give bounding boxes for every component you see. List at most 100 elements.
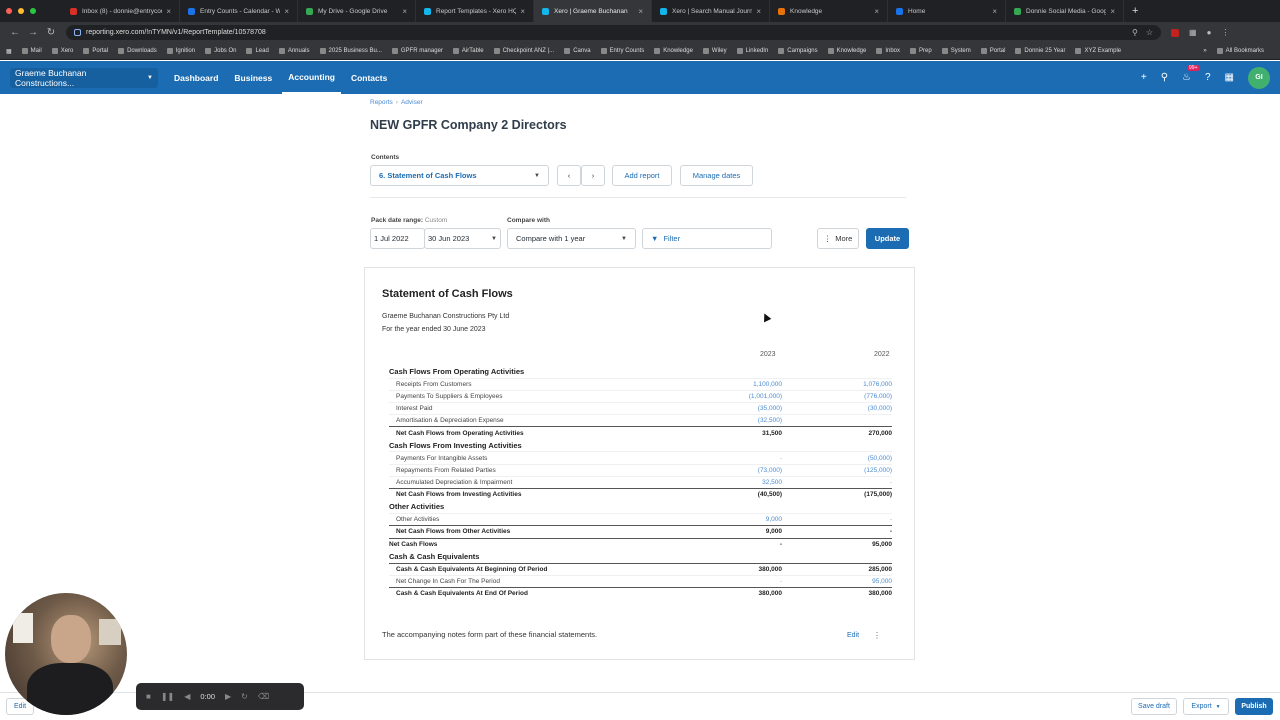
org-switcher[interactable]: Graeme Buchanan Constructions... ▼ [10,67,158,88]
extension-icon[interactable] [1171,28,1179,37]
new-tab-button[interactable]: + [1124,5,1138,17]
value-prior[interactable]: 95,000 [782,574,892,588]
extensions-puzzle-icon[interactable]: ▦ [1189,28,1197,37]
bookmark-item[interactable]: Knowledge [654,48,693,54]
bookmark-item[interactable]: Campaigns [778,48,818,54]
stop-recording-icon[interactable]: ■ [146,692,151,701]
browser-tab[interactable]: Entry Counts - Calendar - We × [180,0,298,22]
filter-button[interactable]: ▼ Filter [642,228,772,249]
close-tab-icon[interactable]: × [166,7,171,16]
browser-tab[interactable]: Knowledge × [770,0,888,22]
bookmark-item[interactable]: Xero [51,48,73,54]
bookmark-item[interactable]: Annuals [278,48,310,54]
zoom-icon[interactable]: ⚲ [1132,28,1138,37]
prev-report-button[interactable]: ‹ [557,165,581,186]
search-icon[interactable]: ⚲ [1161,72,1168,83]
nav-link-contacts[interactable]: Contacts [345,61,393,94]
close-tab-icon[interactable]: × [1110,7,1115,16]
bookmark-star-icon[interactable]: ☆ [1146,28,1153,37]
bookmark-item[interactable]: Entry Counts [600,48,644,54]
value-current[interactable]: - [672,451,782,465]
more-button[interactable]: ⋮ More [817,228,859,249]
browser-tab[interactable]: Donnie Social Media - Googl × [1006,0,1124,22]
browser-tab[interactable]: Inbox (8) - donnie@entrycou × [62,0,180,22]
bookmark-item[interactable]: XYZ Example [1075,48,1121,54]
restart-icon[interactable]: ↻ [241,692,248,701]
value-prior[interactable]: (30,000) [782,401,892,415]
forward-icon[interactable]: → [24,27,42,38]
value-current[interactable]: 1,100,000 [672,377,782,391]
add-report-button[interactable]: Add report [612,165,672,186]
bookmark-item[interactable]: Canva [564,48,591,54]
bookmarks-overflow-icon[interactable]: » [1203,48,1206,54]
close-tab-icon[interactable]: × [402,7,407,16]
bookmark-item[interactable]: Donnie 25 Year [1015,48,1065,54]
profile-icon[interactable]: ● [1207,28,1212,37]
bookmark-item[interactable]: Jobs On [205,48,236,54]
notes-options-icon[interactable]: ⋮ [873,631,881,640]
nav-link-accounting[interactable]: Accounting [282,61,341,94]
bookmark-item[interactable]: AirTable [452,48,484,54]
delete-recording-icon[interactable]: ⌫ [258,692,269,701]
bookmark-item[interactable]: Portal [980,48,1005,54]
close-tab-icon[interactable]: × [756,7,761,16]
url-bar[interactable]: reporting.xero.com/!nTYMN/v1/ReportTempl… [66,25,1161,40]
bookmark-item[interactable]: Inbox [876,48,900,54]
next-report-button[interactable]: › [581,165,605,186]
close-tab-icon[interactable]: × [284,7,289,16]
value-prior[interactable]: 1,076,000 [782,377,892,391]
nav-link-business[interactable]: Business [228,61,278,94]
close-window-button[interactable] [6,8,12,14]
app-launcher-icon[interactable]: ▦ [1225,72,1234,83]
value-prior[interactable]: (776,000) [782,389,892,403]
edit-notes-link[interactable]: Edit [847,632,859,639]
browser-tab[interactable]: My Drive - Google Drive × [298,0,416,22]
browser-tab[interactable]: Xero | Search Manual Journa × [652,0,770,22]
bookmark-item[interactable]: Ignition [166,48,195,54]
update-button[interactable]: Update [866,228,909,249]
bookmark-item[interactable]: Portal [83,48,108,54]
bookmark-item[interactable]: Lead [246,48,269,54]
manage-dates-button[interactable]: Manage dates [680,165,753,186]
browser-tab[interactable]: Xero | Graeme Buchanan × [534,0,652,22]
compare-select[interactable]: Compare with 1 year ▼ [507,228,636,249]
value-current[interactable]: (35,000) [672,401,782,415]
value-current[interactable]: (32,500) [672,414,782,427]
maximize-window-button[interactable] [30,8,36,14]
value-prior[interactable]: - [782,475,892,489]
bookmark-item[interactable]: Wiley [702,48,727,54]
add-icon[interactable]: + [1141,72,1147,83]
apps-grid-icon[interactable]: ▦ [6,48,12,55]
pause-icon[interactable]: ❚❚ [161,692,174,701]
close-tab-icon[interactable]: × [638,7,643,16]
bookmark-item[interactable]: Checkpoint ANZ |... [493,48,554,54]
site-info-icon[interactable] [74,29,81,36]
all-bookmarks-link[interactable]: All Bookmarks [1216,48,1264,54]
close-tab-icon[interactable]: × [520,7,525,16]
save-draft-button[interactable]: Save draft [1131,698,1177,715]
bookmark-item[interactable]: Prep [910,48,932,54]
bookmark-item[interactable]: System [941,48,971,54]
value-current[interactable]: (1,001,000) [672,389,782,403]
date-from-input[interactable]: 1 Jul 2022 [370,228,425,249]
bookmark-item[interactable]: Downloads [118,48,157,54]
export-button[interactable]: Export ▼ [1183,698,1229,715]
value-prior[interactable]: - [782,513,892,526]
browser-tab[interactable]: Report Templates - Xero HQ × [416,0,534,22]
breadcrumb-reports[interactable]: Reports [370,99,393,106]
chrome-menu-icon[interactable]: ⋮ [1221,28,1229,37]
minimize-window-button[interactable] [18,8,24,14]
value-current[interactable]: - [672,574,782,588]
value-prior[interactable] [782,414,892,427]
publish-button[interactable]: Publish [1235,698,1273,715]
reload-icon[interactable]: ↻ [42,27,60,38]
nav-link-dashboard[interactable]: Dashboard [168,61,224,94]
avatar[interactable]: GI [1248,66,1270,89]
back-icon[interactable]: ← [6,27,24,38]
value-prior[interactable]: (50,000) [782,451,892,465]
bookmark-item[interactable]: Mail [21,48,42,54]
bookmark-item[interactable]: LinkedIn [736,48,768,54]
bookmark-item[interactable]: 2025 Business Bu... [319,48,382,54]
bookmark-item[interactable]: GPFR manager [391,48,443,54]
browser-tab[interactable]: Home × [888,0,1006,22]
